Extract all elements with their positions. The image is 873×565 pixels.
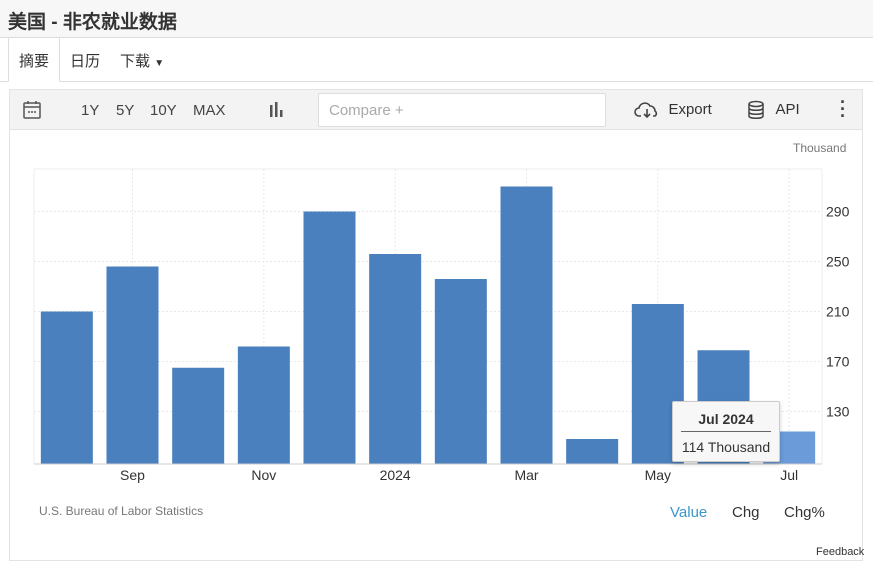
caret-down-icon: ▼ xyxy=(154,58,165,69)
tab-summary[interactable]: 摘要 xyxy=(8,38,61,82)
export-button[interactable]: Export xyxy=(634,100,712,120)
calendar-icon[interactable] xyxy=(22,100,42,120)
chg-percent-switch[interactable]: Chg% xyxy=(784,504,825,521)
tab-bar: 摘要 日历 下载 ▼ xyxy=(0,38,873,82)
page-title: 美国 - 非农就业数据 xyxy=(8,12,177,33)
page-header: 美国 - 非农就业数据 xyxy=(0,0,873,38)
value-switch[interactable]: Value xyxy=(670,504,707,521)
tooltip-title: Jul 2024 xyxy=(681,411,771,432)
tooltip-value: 114 Thousand xyxy=(681,439,771,455)
chg-switch[interactable]: Chg xyxy=(732,504,760,521)
tooltip: Jul 2024 114 Thousand xyxy=(672,401,780,462)
range-5y-button[interactable]: 5Y xyxy=(116,102,134,119)
range-1y-button[interactable]: 1Y xyxy=(81,102,99,119)
unit-label: Thousand xyxy=(793,141,847,155)
cloud-download-icon xyxy=(634,102,658,119)
bar-chart-icon[interactable] xyxy=(267,101,285,119)
range-max-button[interactable]: MAX xyxy=(193,102,226,119)
tab-download[interactable]: 下载 ▼ xyxy=(120,50,164,71)
more-options-icon[interactable]: · · · xyxy=(840,93,846,125)
range-10y-button[interactable]: 10Y xyxy=(150,102,177,119)
chart-toolbar: 1Y 5Y 10Y MAX Compare + Export API · · · xyxy=(10,90,862,130)
tab-calendar[interactable]: 日历 xyxy=(70,50,100,71)
source-label: U.S. Bureau of Labor Statistics xyxy=(39,504,204,518)
database-icon xyxy=(748,100,764,119)
export-label: Export xyxy=(668,101,712,119)
chart-panel: 1Y 5Y 10Y MAX Compare + Export API · · · xyxy=(9,89,863,561)
feedback-link[interactable]: Feedback xyxy=(816,546,864,558)
api-label: API xyxy=(775,101,800,119)
compare-input[interactable]: Compare + xyxy=(318,93,606,127)
api-button[interactable]: API xyxy=(747,100,800,120)
tab-download-label: 下载 xyxy=(120,53,151,70)
